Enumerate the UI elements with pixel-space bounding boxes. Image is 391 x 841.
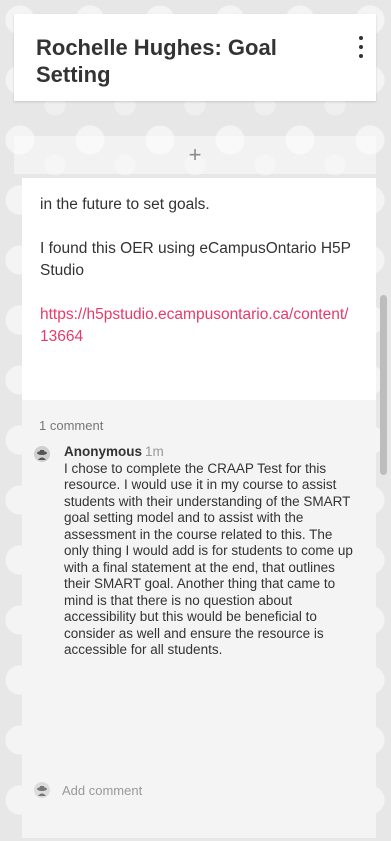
add-comment-placeholder: Add comment	[62, 782, 143, 798]
post-paragraph: I found this OER using eCampusOntario H5…	[40, 240, 351, 279]
post-link[interactable]: https://h5pstudio.ecampusontario.ca/cont…	[40, 306, 348, 345]
post-card: in the future to set goals. I found this…	[22, 178, 376, 838]
post-paragraph: in the future to set goals.	[40, 196, 210, 213]
comment-count: 1 comment	[39, 418, 104, 433]
column-header: Rochelle Hughes: Goal Setting	[14, 14, 376, 101]
add-comment-field[interactable]: Add comment	[34, 780, 142, 800]
comment-author[interactable]: Anonymous	[64, 444, 142, 459]
anonymous-avatar-icon	[34, 446, 50, 462]
comment-text: I chose to complete the CRAAP Test for t…	[64, 460, 353, 658]
comment-content: Anonymous 1m I chose to complete the CRAA…	[64, 444, 354, 659]
comments-section: 1 comment Anonymous 1m I chose to complet…	[22, 400, 376, 838]
more-vertical-icon[interactable]	[356, 36, 366, 58]
column-title: Rochelle Hughes: Goal Setting	[36, 35, 277, 87]
anonymous-avatar-icon	[34, 782, 50, 798]
add-post-button[interactable]: +	[14, 136, 376, 174]
comment-time: 1m	[145, 444, 164, 459]
post-body: in the future to set goals. I found this…	[22, 178, 376, 348]
comment-item: Anonymous 1m I chose to complete the CRAA…	[34, 444, 354, 659]
scrollbar-thumb[interactable]	[380, 295, 387, 475]
padlet-column: Rochelle Hughes: Goal Setting + in the f…	[14, 14, 376, 838]
